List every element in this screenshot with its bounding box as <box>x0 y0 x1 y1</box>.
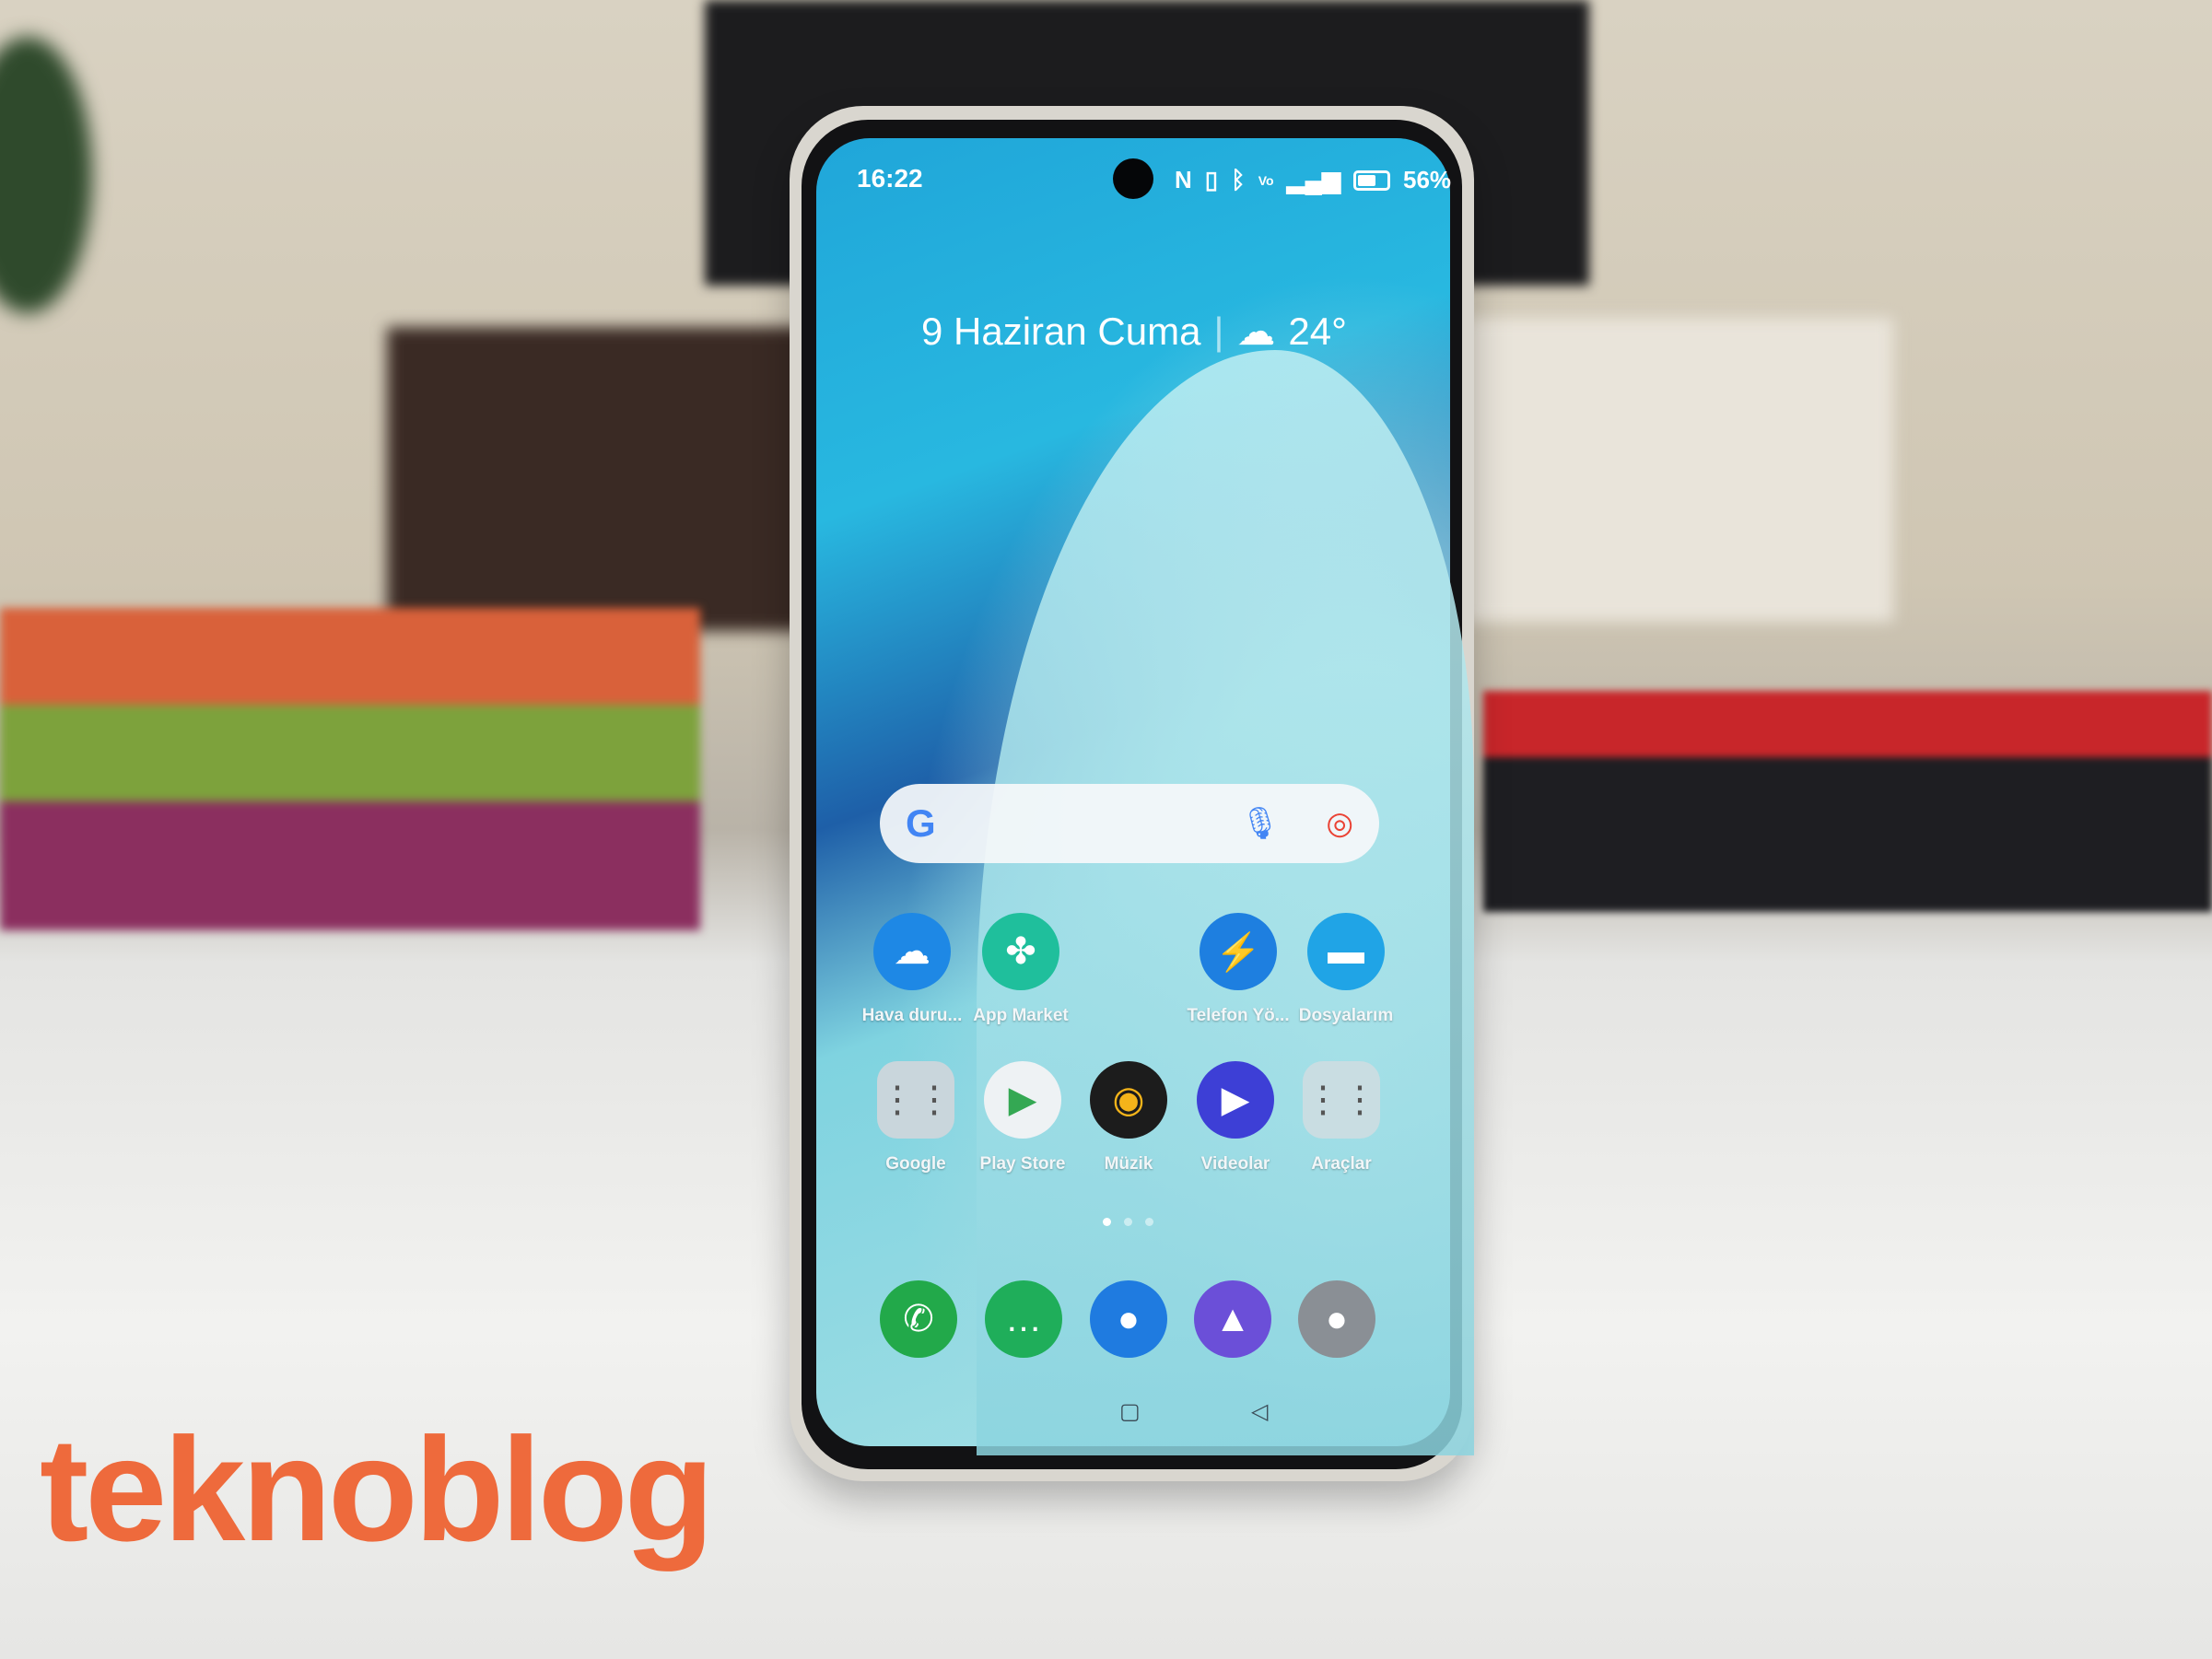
plant <box>0 37 92 313</box>
gallery-icon[interactable]: ▲ <box>1194 1280 1271 1358</box>
front-camera <box>1113 158 1153 199</box>
date-text: 9 Haziran Cuma <box>921 309 1201 353</box>
temperature: 24° <box>1288 309 1347 353</box>
page-dot-active[interactable] <box>1103 1218 1111 1226</box>
bookshelf <box>1465 318 1893 622</box>
google-logo: G <box>906 801 936 845</box>
google-search-bar[interactable]: G 🎙 ◎ <box>880 784 1379 863</box>
app-label: Telefon Yö... <box>1187 1006 1290 1025</box>
app-label: Dosyalarım <box>1298 1006 1394 1025</box>
status-time: 16:22 <box>857 164 923 193</box>
app-label: Müzik <box>1104 1154 1153 1174</box>
app-label: Videolar <box>1200 1154 1270 1174</box>
vibrate-icon: ▯ <box>1204 166 1219 193</box>
google-folder-icon[interactable]: ⋮⋮ <box>877 1061 954 1139</box>
teknoblog-watermark: teknoblog <box>40 1407 714 1571</box>
partly-cloudy-icon: ☁ <box>1236 310 1276 353</box>
video-icon[interactable]: ▶ <box>1197 1061 1274 1139</box>
page-dot[interactable] <box>1145 1218 1153 1226</box>
app-market-icon[interactable]: ✤ <box>982 913 1059 990</box>
app-label: Hava duru... <box>861 1006 963 1025</box>
app-label: Google <box>885 1154 946 1174</box>
phone-icon[interactable]: ✆ <box>880 1280 957 1358</box>
app-label: App Market <box>973 1006 1069 1025</box>
app-label: Play Store <box>979 1154 1066 1174</box>
book-stack <box>0 608 700 930</box>
camera-icon[interactable]: ● <box>1298 1280 1375 1358</box>
mic-icon[interactable]: 🎙 <box>1240 805 1280 842</box>
app-label: Araçlar <box>1311 1154 1372 1174</box>
status-icons: N ▯ ᛒ Vo ▂▄▆ 56% <box>1175 166 1451 194</box>
page-dot[interactable] <box>1124 1218 1132 1226</box>
phone-manager-icon[interactable]: ⚡ <box>1200 913 1277 990</box>
back-nav-icon[interactable]: ◁ <box>1251 1398 1268 1425</box>
folder-icon[interactable]: ▬ <box>1307 913 1385 990</box>
home-nav-icon[interactable]: ▢ <box>1119 1398 1141 1425</box>
tools-folder-icon[interactable]: ⋮⋮ <box>1303 1061 1380 1139</box>
date-weather-widget[interactable]: 9 Haziran Cuma | ☁ 24° <box>921 309 1347 354</box>
cabinet <box>387 327 820 631</box>
music-icon[interactable]: ◉ <box>1090 1061 1167 1139</box>
play-store-icon[interactable]: ▶ <box>984 1061 1061 1139</box>
bluetooth-icon: ᛒ <box>1231 166 1246 193</box>
book <box>1483 691 2212 912</box>
lens-icon[interactable]: ◎ <box>1326 805 1353 842</box>
signal-4g-icon: ▂▄▆ <box>1286 166 1340 193</box>
weather-icon[interactable]: ☁ <box>873 913 951 990</box>
nfc-icon: N <box>1175 166 1192 193</box>
volte-icon: Vo <box>1258 172 1274 188</box>
battery-icon <box>1352 169 1390 191</box>
messages-icon[interactable]: … <box>985 1280 1062 1358</box>
browser-icon[interactable]: ● <box>1090 1280 1167 1358</box>
battery-percent: 56% <box>1402 166 1452 193</box>
